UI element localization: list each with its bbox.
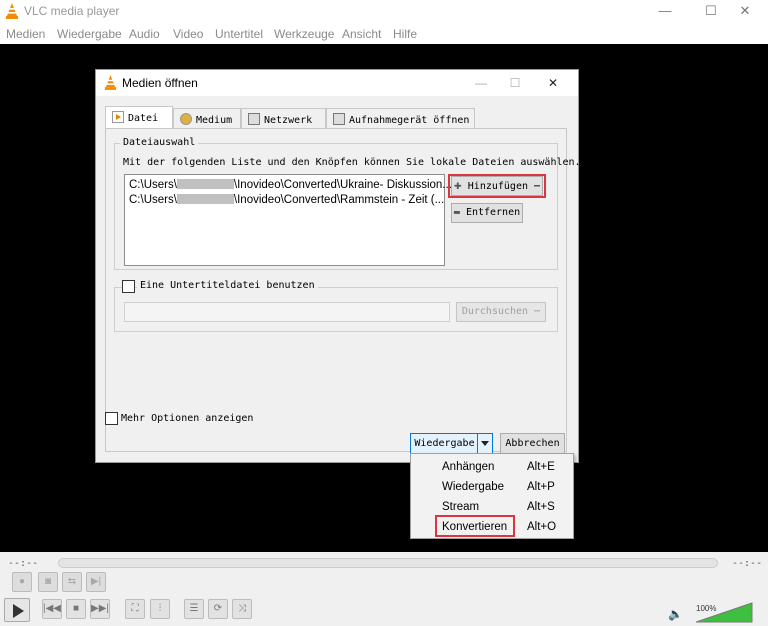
fullscreen-icon[interactable]: ⛶ xyxy=(125,599,145,619)
close-button[interactable]: ✕ xyxy=(722,0,768,23)
subtitle-path-input[interactable] xyxy=(124,302,450,322)
record-icon[interactable]: ● xyxy=(12,572,32,592)
menu-item-stream[interactable]: Stream Alt+S xyxy=(411,497,573,517)
tab-netzwerk[interactable]: Netzwerk xyxy=(241,108,326,128)
app-title: VLC media player xyxy=(24,4,120,18)
menu-ansicht[interactable]: Ansicht xyxy=(342,27,381,41)
volume-slider[interactable] xyxy=(696,601,754,623)
play-button[interactable] xyxy=(4,598,30,622)
menu-untertitel[interactable]: Untertitel xyxy=(215,27,263,41)
previous-icon[interactable]: |◀◀ xyxy=(42,599,62,619)
tab-medium[interactable]: Medium xyxy=(173,108,241,128)
tab-datei[interactable]: Datei xyxy=(105,106,173,129)
remove-button[interactable]: ▬ Entfernen xyxy=(451,203,523,223)
time-elapsed: --:-- xyxy=(8,558,39,569)
dialog-close-button[interactable]: ✕ xyxy=(536,72,570,94)
menu-werkzeuge[interactable]: Werkzeuge xyxy=(274,27,334,41)
extended-settings-icon[interactable]: ⫶ xyxy=(150,599,170,619)
play-split-button[interactable]: Wiedergabe xyxy=(410,433,493,455)
shuffle-icon[interactable]: ⤨ xyxy=(232,599,252,619)
loop-icon[interactable]: ⟳ xyxy=(208,599,228,619)
menu-audio[interactable]: Audio xyxy=(129,27,160,41)
menu-video[interactable]: Video xyxy=(173,27,203,41)
tab-aufnahmegeraet[interactable]: Aufnahmegerät öffnen xyxy=(326,108,475,128)
vlc-cone-icon xyxy=(104,75,117,90)
more-icon: ⋯ xyxy=(534,181,541,192)
more-options-checkbox[interactable] xyxy=(105,412,118,425)
more-icon: ⋯ xyxy=(534,306,541,317)
browse-button[interactable]: Durchsuchen ⋯ xyxy=(456,302,546,322)
redacted-username xyxy=(176,179,234,189)
plus-icon: ✚ xyxy=(453,178,462,193)
menu-hilfe[interactable]: Hilfe xyxy=(393,27,417,41)
menu-item-wiedergabe[interactable]: Wiedergabe Alt+P xyxy=(411,477,573,497)
cancel-button[interactable]: Abbrechen xyxy=(500,433,565,455)
vlc-cone-icon xyxy=(6,3,18,19)
redacted-username xyxy=(176,194,234,204)
frame-step-icon[interactable]: ▶| xyxy=(86,572,106,592)
snapshot-icon[interactable]: ◙ xyxy=(38,572,58,592)
more-options-label: Mehr Optionen anzeigen xyxy=(121,413,254,424)
network-icon xyxy=(248,113,260,125)
open-media-dialog: Medien öffnen — ☐ ✕ Datei Medium Netzwer… xyxy=(95,69,581,463)
next-icon[interactable]: ▶▶| xyxy=(90,599,110,619)
dialog-maximize-button[interactable]: ☐ xyxy=(498,72,532,94)
minimize-button[interactable]: — xyxy=(642,0,688,23)
time-total: --:-- xyxy=(732,558,763,569)
minus-icon: ▬ xyxy=(453,207,460,218)
subtitle-checkbox[interactable] xyxy=(122,280,135,293)
seek-slider[interactable] xyxy=(58,558,718,568)
playlist-icon[interactable]: ☰ xyxy=(184,599,204,619)
menu-medien[interactable]: Medien xyxy=(6,27,45,41)
app-title-bar: VLC media player — ☐ ✕ xyxy=(0,0,768,23)
control-bar: --:-- --:-- ● ◙ ⇆ ▶| |◀◀ ■ ▶▶| ⛶ ⫶ ☰ ⟳ ⤨… xyxy=(0,552,768,626)
file-icon xyxy=(112,111,124,123)
play-dialog-button[interactable]: Wiedergabe xyxy=(411,434,478,454)
disc-icon xyxy=(180,113,192,125)
file-selection-label: Dateiauswahl xyxy=(120,137,199,148)
dialog-minimize-button[interactable]: — xyxy=(464,72,498,94)
chevron-down-icon[interactable] xyxy=(477,434,492,454)
stop-icon[interactable]: ■ xyxy=(66,599,86,619)
add-button[interactable]: ✚ Hinzufügen ⋯ xyxy=(451,176,543,196)
file-list-item[interactable]: C:\Users\ \Inovideo\Converted\Ukraine- Di… xyxy=(129,179,452,191)
subtitle-checkbox-label: Eine Untertiteldatei benutzen xyxy=(137,280,318,291)
highlight-box xyxy=(435,515,515,537)
dialog-title: Medien öffnen xyxy=(122,76,198,90)
speaker-icon[interactable]: 🔈 xyxy=(668,607,683,621)
menu-bar: Medien Wiedergabe Audio Video Untertitel… xyxy=(0,23,768,43)
file-list-item[interactable]: C:\Users\ \Inovideo\Converted\Rammstein -… xyxy=(129,194,444,206)
capture-device-icon xyxy=(333,113,345,125)
menu-item-anhaengen[interactable]: Anhängen Alt+E xyxy=(411,457,573,477)
file-selection-description: Mit der folgenden Liste und den Knöpfen … xyxy=(123,157,581,168)
file-list[interactable]: C:\Users\ \Inovideo\Converted\Ukraine- Di… xyxy=(124,174,452,266)
loop-ab-icon[interactable]: ⇆ xyxy=(62,572,82,592)
dialog-title-bar: Medien öffnen — ☐ ✕ xyxy=(96,70,578,96)
menu-wiedergabe[interactable]: Wiedergabe xyxy=(57,27,122,41)
